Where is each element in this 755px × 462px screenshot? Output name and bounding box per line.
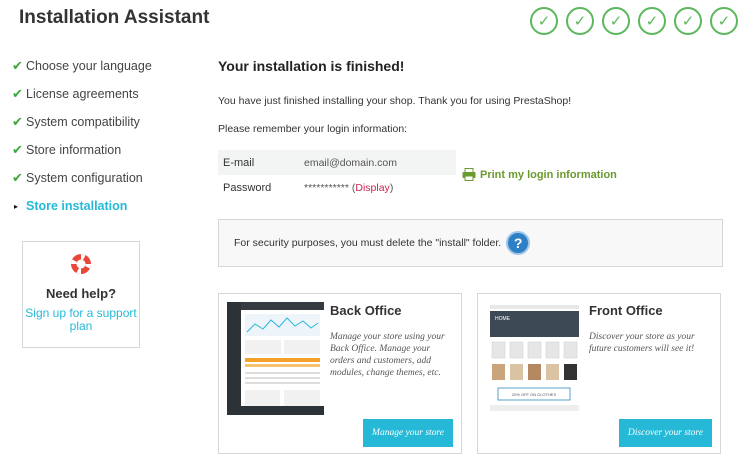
sidebar-item-label: License agreements xyxy=(26,87,139,101)
thanks-text: You have just finished installing your s… xyxy=(218,95,572,107)
email-value: email@domain.com xyxy=(304,156,397,169)
remember-text: Please remember your login information: xyxy=(218,123,408,135)
security-text: For security purposes, you must delete t… xyxy=(234,237,502,249)
page-title: Installation Assistant xyxy=(19,7,210,28)
help-title: Need help? xyxy=(45,286,117,301)
check-icon: ✔ xyxy=(12,142,23,157)
display-password-link[interactable]: Display xyxy=(355,182,389,194)
sidebar-item-compatibility: ✔ System compatibility xyxy=(12,108,202,136)
check-icon: ✔ xyxy=(12,86,23,101)
sidebar-item-label: Store installation xyxy=(26,199,128,213)
help-box: Need help? Sign up for a support plan xyxy=(22,241,140,348)
support-plan-link[interactable]: Sign up for a support plan xyxy=(23,307,139,333)
question-icon[interactable]: ? xyxy=(506,231,531,255)
step-check-icon: ✓ xyxy=(710,7,738,35)
back-office-screenshot xyxy=(227,302,324,415)
password-label: Password xyxy=(223,181,272,194)
front-office-screenshot: HOME 20% OFF ON CLOTHES xyxy=(486,302,583,415)
email-row: E-mail email@domain.com xyxy=(218,150,456,175)
sidebar-item-store-installation: ▸ Store installation xyxy=(12,192,202,220)
password-value: *********** (Display) xyxy=(304,181,394,194)
step-check-icon: ✓ xyxy=(530,7,558,35)
discover-store-button[interactable]: Discover your store xyxy=(618,419,712,447)
bullet-icon: ▸ xyxy=(14,201,19,211)
front-office-description: Discover your store as your future custo… xyxy=(589,332,695,354)
step-check-icon: ✓ xyxy=(566,7,594,35)
login-info-table: E-mail email@domain.com Password *******… xyxy=(218,150,456,200)
step-check-icon: ✓ xyxy=(602,7,630,35)
sidebar-item-store-info: ✔ Store information xyxy=(12,136,202,164)
back-office-description: Manage your store using your Back Office… xyxy=(330,332,445,378)
email-label: E-mail xyxy=(223,156,255,169)
printer-icon xyxy=(462,168,476,181)
sidebar-item-system-config: ✔ System configuration xyxy=(12,164,202,192)
password-mask: *********** xyxy=(304,181,349,194)
check-icon: ✔ xyxy=(12,170,23,185)
sidebar-item-license: ✔ License agreements xyxy=(12,80,202,108)
sidebar-item-label: System configuration xyxy=(26,171,143,185)
check-icon: ✔ xyxy=(12,114,23,129)
sidebar-item-label: Store information xyxy=(26,143,122,157)
main-content: Your installation is finished! You have … xyxy=(218,58,723,135)
lifebuoy-icon xyxy=(71,254,91,274)
section-title: Your installation is finished! xyxy=(218,58,405,74)
step-check-icon: ✓ xyxy=(638,7,666,35)
security-notice: For security purposes, you must delete t… xyxy=(218,219,723,267)
sidebar-item-label: System compatibility xyxy=(26,115,140,129)
back-office-card: Back Office Manage your store using your… xyxy=(218,293,462,454)
step-check-icon: ✓ xyxy=(674,7,702,35)
back-office-title: Back Office xyxy=(330,303,402,318)
sidebar-item-language: ✔ Choose your language xyxy=(12,52,202,80)
password-row: Password *********** (Display) xyxy=(218,175,456,200)
progress-steps: ✓ ✓ ✓ ✓ ✓ ✓ xyxy=(530,7,738,35)
manage-store-button[interactable]: Manage your store xyxy=(363,419,453,447)
front-office-title: Front Office xyxy=(589,303,663,318)
home-banner-text: HOME xyxy=(495,316,511,322)
sidebar-steps: ✔ Choose your language ✔ License agreeme… xyxy=(12,52,202,220)
check-icon: ✔ xyxy=(12,58,23,73)
print-label: Print my login information xyxy=(480,168,617,181)
sidebar-item-label: Choose your language xyxy=(26,59,152,73)
promo-banner-text: 20% OFF ON CLOTHES xyxy=(512,392,557,397)
front-office-card: HOME 20% OFF ON CLOTHES Front Office Dis… xyxy=(477,293,721,454)
print-login-button[interactable]: Print my login information xyxy=(462,168,617,181)
